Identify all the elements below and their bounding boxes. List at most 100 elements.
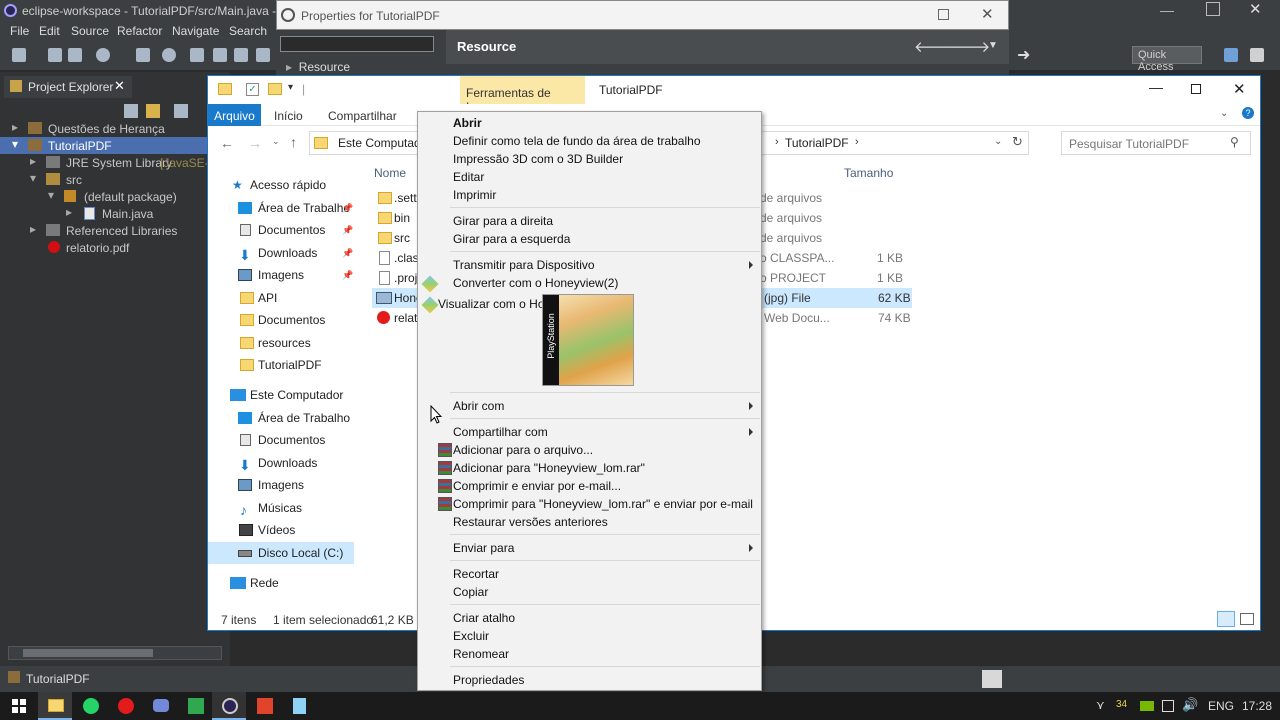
new-icon[interactable] [12,48,26,62]
tree-item-default-package[interactable]: ▾ (default package) [0,188,230,205]
expand-arrow-icon[interactable]: ▸ [12,120,18,134]
eclipse-minimize-button[interactable]: — [1160,2,1176,18]
menu-item-impressao-3d[interactable]: Impressão 3D com o 3D Builder [453,150,623,168]
nav-rede[interactable]: Rede [208,572,354,594]
menu-navigate[interactable]: Navigate [172,24,219,38]
suspend-icon[interactable] [213,48,227,62]
menu-item-abrir[interactable]: Abrir [453,114,482,132]
new-folder-icon[interactable] [268,83,282,95]
language-indicator[interactable]: ENG [1208,699,1234,713]
dialog-close-button[interactable]: ✕ [981,5,994,23]
tray-chevron-icon[interactable]: ⋎ [1096,698,1105,712]
menu-item-comprimir-rar-email[interactable]: Comprimir para "Honeyview_lom.rar" e env… [453,495,753,513]
menu-item-girar-direita[interactable]: Girar para a direita [453,212,553,230]
nav-pc-downloads[interactable]: ⬇ Downloads [208,452,354,474]
taskbar-recorder-button[interactable] [247,692,281,720]
skip-breakpoints-icon[interactable] [136,48,150,62]
search-input[interactable]: Pesquisar TutorialPDF [1061,131,1251,155]
tree-item-src[interactable]: ▾ src [0,171,230,188]
nav-pc-documentos[interactable]: Documentos [208,429,354,451]
help-icon[interactable]: ? [1242,107,1254,119]
menu-item-excluir[interactable]: Excluir [453,627,489,645]
status-task-icon[interactable] [982,670,1002,688]
save-icon[interactable] [48,48,62,62]
taskbar-opera-button[interactable] [108,692,142,720]
tree-item-jre[interactable]: ▸ JRE System Library [JavaSE-1 [0,154,230,171]
search-icon[interactable]: ⚲ [1230,135,1239,149]
details-view-icon[interactable] [1217,611,1235,627]
terminate-icon[interactable] [234,48,248,62]
properties-filter-input[interactable] [280,36,434,52]
taskbar-explorer-button[interactable] [38,692,72,720]
breadcrumb-este-computador[interactable]: Este Computad [338,136,421,150]
nav-este-computador[interactable]: Este Computador [208,384,354,406]
taskbar-whatsapp-button[interactable] [73,692,107,720]
tree-item-relatorio-pdf[interactable]: relatorio.pdf [0,239,230,256]
ribbon-collapse-icon[interactable]: ⌄ [1220,108,1228,119]
nav-acesso-rapido[interactable]: ★ Acesso rápido [208,174,354,196]
column-header-name[interactable]: Nome [374,166,406,180]
menu-item-adicionar-arquivo[interactable]: Adicionar para o arquivo... [453,441,593,459]
tab-arquivo[interactable]: Arquivo [208,104,261,126]
menu-file[interactable]: File [10,24,29,38]
forward-arrow-icon[interactable]: → [248,135,262,151]
nav-documentos[interactable]: Documentos 📌 [208,219,354,241]
tree-item-tutorialpdf[interactable]: ▾ TutorialPDF [0,137,230,154]
pin-icon[interactable]: 📌 [342,242,353,264]
back-arrow-icon[interactable]: 🡐 [914,37,954,56]
menu-item-converter-honeyview[interactable]: Converter com o Honeyview(2) [453,274,618,292]
horizontal-scrollbar[interactable] [8,646,222,660]
menu-item-compartilhar-com[interactable]: Compartilhar com [453,423,548,441]
eclipse-restore-button[interactable] [1206,2,1220,16]
nav-downloads[interactable]: ⬇ Downloads 📌 [208,242,354,264]
perspective-icon[interactable] [1224,48,1238,62]
properties-tree-resource[interactable]: ▸ Resource [286,60,350,74]
nav-imagens[interactable]: Imagens 📌 [208,264,354,286]
explorer-minimize-button[interactable]: — [1149,79,1163,95]
taskbar-notepad-button[interactable] [282,692,316,720]
run-config-icon[interactable] [162,48,176,62]
menu-item-adicionar-rar[interactable]: Adicionar para "Honeyview_lom.rar" [453,459,645,477]
nav-pc-videos[interactable]: Vídeos [208,519,354,541]
dropdown-icon[interactable]: ▼ [988,40,998,51]
menu-item-restaurar-versoes[interactable]: Restaurar versões anteriores [453,513,608,531]
menu-item-definir-fundo[interactable]: Definir como tela de fundo da área de tr… [453,132,701,150]
java-perspective-icon[interactable] [1250,48,1264,62]
start-button[interactable] [0,692,38,720]
nav-pc-area-de-trabalho[interactable]: Área de Trabalho [208,407,354,429]
menu-item-enviar-para[interactable]: Enviar para [453,539,514,557]
breadcrumb-tutorialpdf[interactable]: TutorialPDF [785,136,849,150]
forward-arrow-icon[interactable]: 🡒 [950,37,990,56]
link-editor-icon[interactable] [146,104,160,118]
up-arrow-icon[interactable]: ↑ [290,134,297,150]
nav-resources[interactable]: resources [208,332,354,354]
eclipse-close-button[interactable]: ✕ [1249,0,1262,18]
nav-tutorialpdf[interactable]: TutorialPDF [208,354,354,376]
pin-icon[interactable]: 📌 [342,219,353,241]
collapse-all-icon[interactable] [124,104,138,118]
nvidia-icon[interactable] [1140,701,1154,711]
menu-item-renomear[interactable]: Renomear [453,645,509,663]
menu-item-editar[interactable]: Editar [453,168,484,186]
forward-arrow-icon[interactable]: ➜ [1017,45,1030,65]
tree-item-questoes[interactable]: ▸ Questões de Herança [0,120,230,137]
expand-arrow-icon[interactable]: ▸ [66,205,72,219]
recent-dropdown-icon[interactable]: ⌄ [272,136,280,147]
properties-check-icon[interactable]: ✓ [246,83,259,96]
nav-disco-local[interactable]: Disco Local (C:) [208,542,354,564]
menu-item-propriedades[interactable]: Propriedades [453,671,524,689]
column-header-size[interactable]: Tamanho [844,166,893,180]
resume-icon[interactable] [190,48,204,62]
nav-area-de-trabalho[interactable]: Área de Trabalho 📌 [208,197,354,219]
taskbar-eclipse-button[interactable] [212,692,246,720]
dialog-maximize-button[interactable] [938,9,949,20]
tree-item-referenced-libraries[interactable]: ▸ Referenced Libraries [0,222,230,239]
nav-documentos-folder[interactable]: Documentos [208,309,354,331]
refresh-icon[interactable]: ↻ [1012,134,1023,150]
expand-arrow-icon[interactable]: ▸ [286,60,299,74]
menu-item-abrir-com[interactable]: Abrir com [453,397,504,415]
pin-icon[interactable]: 📌 [342,197,353,219]
menu-item-copiar[interactable]: Copiar [453,583,488,601]
back-arrow-icon[interactable]: ← [220,135,234,151]
menu-refactor[interactable]: Refactor [117,24,162,38]
